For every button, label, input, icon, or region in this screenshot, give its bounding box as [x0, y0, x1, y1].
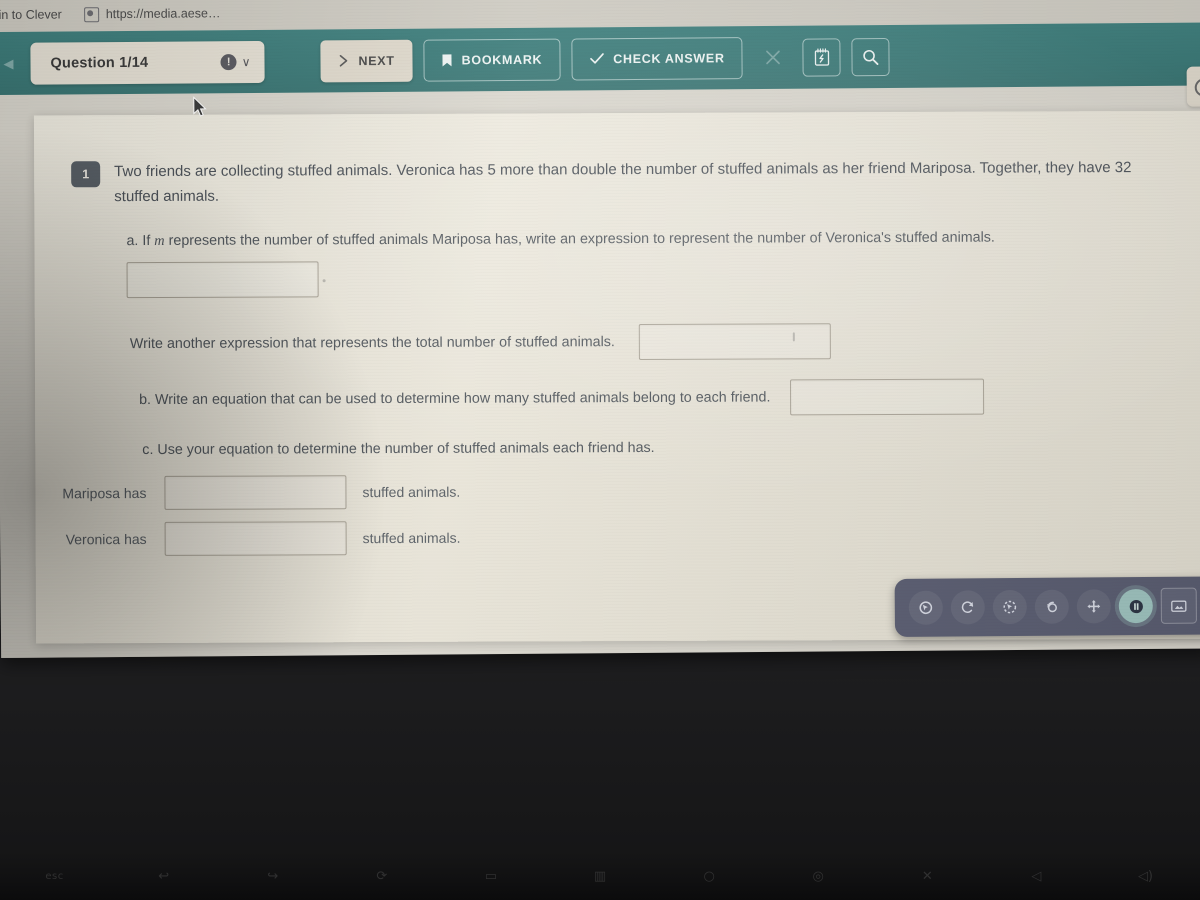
- check-answer-button[interactable]: CHECK ANSWER: [571, 36, 743, 80]
- question-counter-label: Question 1/14: [50, 54, 149, 72]
- keyboard-function-row: esc ↩ ↪ ⟳ ▭ ▥ ○ ◎ ✕ ◁ ◁): [0, 852, 1200, 900]
- app-toolbar: ◀ Question 1/14 ! ∨ NEXT BOOKMARK CHECK …: [0, 22, 1200, 107]
- total-expression-line: Write another expression that represents…: [130, 322, 1171, 362]
- notepad-icon: [813, 47, 830, 66]
- overview-key[interactable]: ▥: [545, 869, 654, 884]
- part-b-prompt: b. Write an equation that can be used to…: [139, 385, 770, 412]
- screen-speck: [322, 279, 326, 283]
- veronica-suffix: stuffed animals.: [362, 529, 461, 547]
- part-c-prompt: c. Use your equation to determine the nu…: [142, 434, 1171, 462]
- mariposa-suffix: stuffed animals.: [362, 483, 461, 501]
- alert-icon: !: [220, 53, 237, 70]
- chevron-down-icon[interactable]: ∨: [242, 55, 251, 69]
- bookmark-button[interactable]: BOOKMARK: [423, 38, 561, 82]
- bookmark-button-label: BOOKMARK: [461, 52, 543, 67]
- question-selector[interactable]: Question 1/14 ! ∨: [30, 40, 265, 85]
- next-button-label: NEXT: [358, 53, 395, 68]
- close-icon: [764, 49, 781, 66]
- part-a-answer-input[interactable]: [126, 261, 319, 299]
- part-b-row: b. Write an equation that can be used to…: [139, 378, 1171, 418]
- brightness-low-key[interactable]: ○: [655, 869, 764, 884]
- veronica-answer-input[interactable]: [164, 521, 347, 556]
- lasso-select-tool[interactable]: [992, 589, 1027, 625]
- question-block: 1 Two friends are collecting stuffed ani…: [34, 155, 1170, 210]
- mute-key[interactable]: ✕: [873, 869, 982, 884]
- mariposa-row: Mariposa has stuffed animals.: [35, 472, 1171, 511]
- rotate-tool[interactable]: [950, 590, 985, 625]
- question-number-badge: 1: [71, 161, 101, 188]
- laptop-body: g in to Clever https://media.aese… ◀ Que…: [0, 0, 1200, 900]
- veronica-row: Veronica has stuffed animals.: [36, 518, 1172, 557]
- part-a-text-after: represents the number of stuffed animals…: [164, 229, 995, 249]
- part-a-marker: a.: [126, 233, 139, 250]
- scratchpad-button[interactable]: [802, 37, 841, 77]
- question-stem: Two friends are collecting stuffed anima…: [114, 159, 1132, 206]
- total-expression-text: Write another expression that represents…: [129, 334, 615, 353]
- part-c-marker: c.: [142, 441, 154, 459]
- forward-key[interactable]: ↪: [218, 869, 327, 884]
- volume-up-key[interactable]: ◁): [1091, 869, 1200, 884]
- part-b-answer-input[interactable]: [790, 378, 985, 416]
- part-a-prompt: a. If m represents the number of stuffed…: [126, 225, 1170, 253]
- mariposa-answer-input[interactable]: [164, 475, 347, 510]
- chevron-right-icon: [338, 54, 349, 67]
- reload-key[interactable]: ⟳: [327, 869, 436, 884]
- check-answer-button-label: CHECK ANSWER: [613, 50, 725, 66]
- screen-speck: [792, 332, 795, 342]
- brightness-down-key[interactable]: ↩: [109, 869, 218, 884]
- select-cursor-tool[interactable]: [908, 590, 943, 625]
- check-icon: [589, 52, 604, 65]
- address-url-text[interactable]: https://media.aese…: [106, 6, 221, 21]
- right-edge-magnifier-button[interactable]: [1186, 66, 1200, 107]
- move-tool[interactable]: [1076, 589, 1111, 624]
- next-button[interactable]: NEXT: [320, 39, 413, 82]
- worksheet-panel: 1 Two friends are collecting stuffed ani…: [33, 110, 1200, 644]
- mariposa-label: Mariposa has: [62, 485, 147, 502]
- screenshot-tool[interactable]: [1160, 587, 1197, 624]
- rotate-object-tool[interactable]: [1034, 589, 1069, 624]
- part-b-text: Write an equation that can be used to de…: [154, 389, 771, 408]
- fullscreen-key[interactable]: ▭: [436, 869, 545, 884]
- floating-tool-palette: [894, 576, 1200, 637]
- variable-m: m: [154, 232, 165, 249]
- part-b-marker: b.: [139, 391, 152, 409]
- total-expression-answer-input[interactable]: [638, 323, 831, 361]
- mouse-cursor: [193, 96, 208, 123]
- magnifier-button[interactable]: [851, 37, 890, 76]
- close-button[interactable]: [754, 38, 792, 76]
- brightness-high-key[interactable]: ◎: [764, 869, 873, 884]
- veronica-label: Veronica has: [65, 531, 147, 548]
- part-c-text: Use your equation to determine the numbe…: [157, 439, 655, 458]
- site-favicon-icon: [83, 6, 99, 22]
- chevron-left-icon[interactable]: ◀: [0, 55, 16, 71]
- bookmark-clever[interactable]: g in to Clever: [0, 7, 62, 22]
- esc-key[interactable]: esc: [0, 871, 109, 882]
- laptop-screen: g in to Clever https://media.aese… ◀ Que…: [0, 0, 1200, 658]
- volume-down-key[interactable]: ◁: [982, 869, 1091, 884]
- pause-tool[interactable]: [1118, 588, 1153, 624]
- bookmark-icon: [442, 53, 453, 67]
- part-a-text-before: If: [142, 232, 155, 250]
- magnifier-icon: [862, 48, 880, 66]
